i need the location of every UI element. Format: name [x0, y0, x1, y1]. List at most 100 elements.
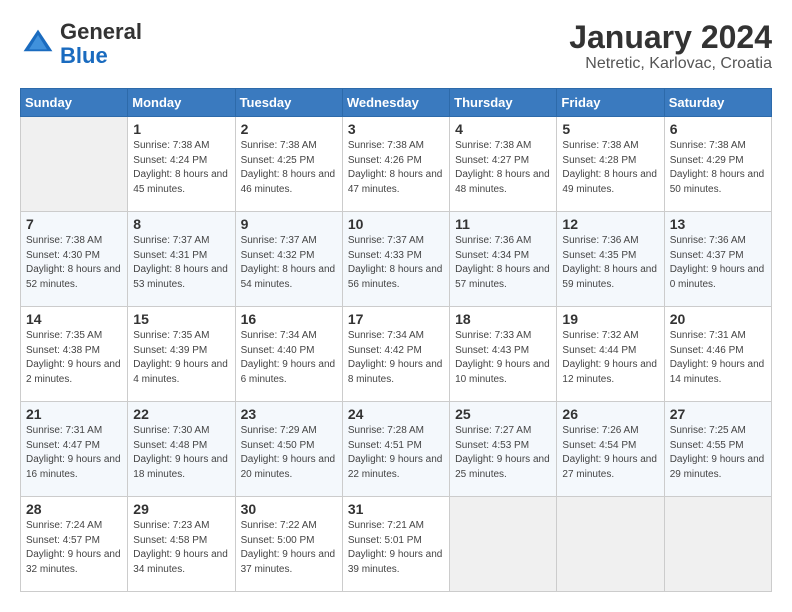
day-info: Sunrise: 7:38 AMSunset: 4:29 PMDaylight:…: [670, 139, 766, 197]
day-number: 5: [562, 121, 658, 137]
day-info: Sunrise: 7:30 AMSunset: 4:48 PMDaylight:…: [133, 424, 229, 482]
calendar-cell: 17 Sunrise: 7:34 AMSunset: 4:42 PMDayligh…: [342, 307, 449, 402]
day-info: Sunrise: 7:34 AMSunset: 4:40 PMDaylight:…: [241, 329, 337, 387]
calendar-cell: 27 Sunrise: 7:25 AMSunset: 4:55 PMDayligh…: [664, 402, 771, 497]
calendar-cell: 15 Sunrise: 7:35 AMSunset: 4:39 PMDayligh…: [128, 307, 235, 402]
calendar-cell: 18Sunrise: 7:33 AMSunset: 4:43 PMDayligh…: [450, 307, 557, 402]
week-row-5: 28 Sunrise: 7:24 AMSunset: 4:57 PMDayligh…: [21, 497, 772, 592]
calendar-cell: 22 Sunrise: 7:30 AMSunset: 4:48 PMDayligh…: [128, 402, 235, 497]
day-number: 3: [348, 121, 444, 137]
day-info: Sunrise: 7:37 AMSunset: 4:32 PMDaylight:…: [241, 234, 337, 292]
header-monday: Monday: [128, 89, 235, 117]
calendar-cell: 4Sunrise: 7:38 AMSunset: 4:27 PMDaylight…: [450, 117, 557, 212]
day-number: 15: [133, 311, 229, 327]
calendar-cell: 26Sunrise: 7:26 AMSunset: 4:54 PMDayligh…: [557, 402, 664, 497]
day-number: 18: [455, 311, 551, 327]
day-number: 7: [26, 216, 122, 232]
day-number: 31: [348, 501, 444, 517]
week-row-4: 21 Sunrise: 7:31 AMSunset: 4:47 PMDayligh…: [21, 402, 772, 497]
day-info: Sunrise: 7:25 AMSunset: 4:55 PMDaylight:…: [670, 424, 766, 482]
day-info: Sunrise: 7:38 AMSunset: 4:30 PMDaylight:…: [26, 234, 122, 292]
logo-general: General: [60, 19, 142, 44]
day-info: Sunrise: 7:27 AMSunset: 4:53 PMDaylight:…: [455, 424, 551, 482]
day-number: 28: [26, 501, 122, 517]
calendar-cell: 3Sunrise: 7:38 AMSunset: 4:26 PMDaylight…: [342, 117, 449, 212]
week-row-3: 14Sunrise: 7:35 AMSunset: 4:38 PMDayligh…: [21, 307, 772, 402]
calendar-table: SundayMondayTuesdayWednesdayThursdayFrid…: [20, 88, 772, 592]
calendar-cell: 8 Sunrise: 7:37 AMSunset: 4:31 PMDaylight…: [128, 212, 235, 307]
day-number: 29: [133, 501, 229, 517]
day-number: 27: [670, 406, 766, 422]
logo-blue: Blue: [60, 43, 108, 68]
day-info: Sunrise: 7:36 AMSunset: 4:37 PMDaylight:…: [670, 234, 766, 292]
calendar-cell: [21, 117, 128, 212]
title-block: January 2024 Netretic, Karlovac, Croatia: [569, 20, 772, 73]
day-number: 16: [241, 311, 337, 327]
day-info: Sunrise: 7:24 AMSunset: 4:57 PMDaylight:…: [26, 519, 122, 577]
day-number: 2: [241, 121, 337, 137]
day-number: 22: [133, 406, 229, 422]
calendar-cell: 29 Sunrise: 7:23 AMSunset: 4:58 PMDayligh…: [128, 497, 235, 592]
day-info: Sunrise: 7:35 AMSunset: 4:39 PMDaylight:…: [133, 329, 229, 387]
calendar-cell: 28 Sunrise: 7:24 AMSunset: 4:57 PMDayligh…: [21, 497, 128, 592]
calendar-cell: [557, 497, 664, 592]
day-number: 24: [348, 406, 444, 422]
day-info: Sunrise: 7:22 AMSunset: 5:00 PMDaylight:…: [241, 519, 337, 577]
page-header: General Blue January 2024 Netretic, Karl…: [20, 20, 772, 73]
calendar-header: SundayMondayTuesdayWednesdayThursdayFrid…: [21, 89, 772, 117]
calendar-cell: 19 Sunrise: 7:32 AMSunset: 4:44 PMDayligh…: [557, 307, 664, 402]
day-number: 9: [241, 216, 337, 232]
calendar-cell: 31 Sunrise: 7:21 AMSunset: 5:01 PMDayligh…: [342, 497, 449, 592]
day-info: Sunrise: 7:38 AMSunset: 4:27 PMDaylight:…: [455, 139, 551, 197]
month-title: January 2024: [569, 20, 772, 55]
day-info: Sunrise: 7:26 AMSunset: 4:54 PMDaylight:…: [562, 424, 658, 482]
logo: General Blue: [20, 20, 142, 68]
header-thursday: Thursday: [450, 89, 557, 117]
calendar-cell: 10Sunrise: 7:37 AMSunset: 4:33 PMDayligh…: [342, 212, 449, 307]
header-tuesday: Tuesday: [235, 89, 342, 117]
day-number: 10: [348, 216, 444, 232]
day-number: 6: [670, 121, 766, 137]
week-row-1: 1Sunrise: 7:38 AMSunset: 4:24 PMDaylight…: [21, 117, 772, 212]
day-number: 17: [348, 311, 444, 327]
day-info: Sunrise: 7:38 AMSunset: 4:24 PMDaylight:…: [133, 139, 229, 197]
logo-text: General Blue: [60, 20, 142, 68]
header-sunday: Sunday: [21, 89, 128, 117]
day-info: Sunrise: 7:37 AMSunset: 4:31 PMDaylight:…: [133, 234, 229, 292]
calendar-cell: 13 Sunrise: 7:36 AMSunset: 4:37 PMDayligh…: [664, 212, 771, 307]
header-wednesday: Wednesday: [342, 89, 449, 117]
header-friday: Friday: [557, 89, 664, 117]
day-number: 8: [133, 216, 229, 232]
calendar-cell: 2Sunrise: 7:38 AMSunset: 4:25 PMDaylight…: [235, 117, 342, 212]
calendar-cell: 30Sunrise: 7:22 AMSunset: 5:00 PMDayligh…: [235, 497, 342, 592]
calendar-cell: 23Sunrise: 7:29 AMSunset: 4:50 PMDayligh…: [235, 402, 342, 497]
calendar-cell: 25 Sunrise: 7:27 AMSunset: 4:53 PMDayligh…: [450, 402, 557, 497]
calendar-cell: 6 Sunrise: 7:38 AMSunset: 4:29 PMDaylight…: [664, 117, 771, 212]
day-number: 19: [562, 311, 658, 327]
calendar-body: 1Sunrise: 7:38 AMSunset: 4:24 PMDaylight…: [21, 117, 772, 592]
week-row-2: 7 Sunrise: 7:38 AMSunset: 4:30 PMDaylight…: [21, 212, 772, 307]
day-info: Sunrise: 7:21 AMSunset: 5:01 PMDaylight:…: [348, 519, 444, 577]
calendar-cell: 14Sunrise: 7:35 AMSunset: 4:38 PMDayligh…: [21, 307, 128, 402]
day-info: Sunrise: 7:28 AMSunset: 4:51 PMDaylight:…: [348, 424, 444, 482]
day-info: Sunrise: 7:29 AMSunset: 4:50 PMDaylight:…: [241, 424, 337, 482]
calendar-cell: 24 Sunrise: 7:28 AMSunset: 4:51 PMDayligh…: [342, 402, 449, 497]
day-number: 13: [670, 216, 766, 232]
calendar-cell: 21 Sunrise: 7:31 AMSunset: 4:47 PMDayligh…: [21, 402, 128, 497]
day-number: 21: [26, 406, 122, 422]
calendar-cell: 7 Sunrise: 7:38 AMSunset: 4:30 PMDaylight…: [21, 212, 128, 307]
day-info: Sunrise: 7:31 AMSunset: 4:47 PMDaylight:…: [26, 424, 122, 482]
day-info: Sunrise: 7:32 AMSunset: 4:44 PMDaylight:…: [562, 329, 658, 387]
calendar-cell: 20 Sunrise: 7:31 AMSunset: 4:46 PMDayligh…: [664, 307, 771, 402]
header-saturday: Saturday: [664, 89, 771, 117]
calendar-cell: 16 Sunrise: 7:34 AMSunset: 4:40 PMDayligh…: [235, 307, 342, 402]
day-info: Sunrise: 7:31 AMSunset: 4:46 PMDaylight:…: [670, 329, 766, 387]
calendar-cell: 12Sunrise: 7:36 AMSunset: 4:35 PMDayligh…: [557, 212, 664, 307]
day-number: 14: [26, 311, 122, 327]
day-info: Sunrise: 7:34 AMSunset: 4:42 PMDaylight:…: [348, 329, 444, 387]
day-info: Sunrise: 7:23 AMSunset: 4:58 PMDaylight:…: [133, 519, 229, 577]
day-number: 20: [670, 311, 766, 327]
day-number: 25: [455, 406, 551, 422]
day-number: 12: [562, 216, 658, 232]
calendar-cell: [664, 497, 771, 592]
